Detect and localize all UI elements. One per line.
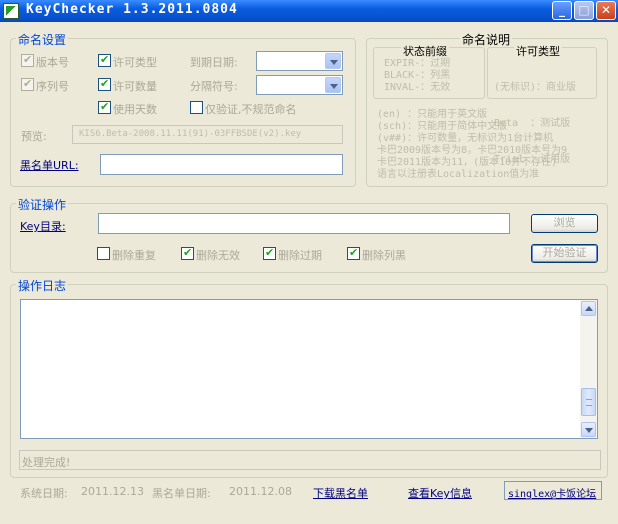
log-legend: 操作日志 xyxy=(16,277,69,294)
naming-help-legend: 命名说明 xyxy=(460,31,513,48)
version-no-label: 版本号 xyxy=(36,56,69,69)
preview-label: 预览: xyxy=(21,130,47,143)
status-bar-field: 处理完成! xyxy=(19,450,601,470)
delete-expired-label: 删除过期 xyxy=(278,249,322,262)
maximize-icon: □ xyxy=(578,3,590,17)
preview-field: KIS6.Beta-2008.11.11(91)-03FFBSDE(v2).ke… xyxy=(72,125,343,144)
log-scrollbar[interactable] xyxy=(580,300,597,438)
keychecker-app-icon xyxy=(3,3,19,19)
window-title: KeyChecker 1.3.2011.0804 xyxy=(26,2,238,17)
chevron-down-icon xyxy=(325,53,341,69)
delete-duplicate-label: 删除重复 xyxy=(112,249,156,262)
use-days-checkbox[interactable] xyxy=(98,100,111,114)
serial-no-label: 序列号 xyxy=(36,80,69,93)
status-prefix-list: EXPIR-：过期 BLACK-：列黑 INVAL-：无效 xyxy=(384,58,450,94)
note-line: 语言以注册表Localization值为准 xyxy=(377,169,540,180)
download-blacklist-link[interactable]: 下载黑名单 xyxy=(313,485,368,501)
separator-select[interactable] xyxy=(256,75,343,95)
forum-link-text: singlex@卡饭论坛 xyxy=(508,489,597,500)
license-qty-label: 许可数量 xyxy=(113,80,157,93)
separator-label: 分隔符号: xyxy=(190,80,238,93)
license-type-title: 许可类型 xyxy=(514,43,562,59)
expiry-date-label: 到期日期: xyxy=(190,56,238,69)
delete-duplicate-checkbox[interactable] xyxy=(97,247,110,260)
verify-only-label: 仅验证,不规范命名 xyxy=(205,103,297,116)
forum-link-button[interactable]: singlex@卡饭论坛 xyxy=(504,481,602,500)
note-line: (v##)：许可数量，无标识为1台计算机 xyxy=(377,133,554,144)
status-prefix-title: 状态前缀 xyxy=(401,43,449,59)
status-line: BLACK-：列黑 xyxy=(384,70,451,81)
note-line: 卡巴2009版本号为8，卡巴2010版本号为9 xyxy=(377,145,568,156)
minimize-icon: _ xyxy=(559,3,565,17)
blacklist-url-input[interactable] xyxy=(100,154,343,175)
minimize-button[interactable]: _ xyxy=(552,1,572,20)
chevron-down-icon xyxy=(585,428,593,433)
grip-icon xyxy=(586,399,592,406)
blacklist-date-label: 黑名单日期: xyxy=(152,487,211,500)
key-dir-label[interactable]: Key目录: xyxy=(20,218,66,234)
serial-no-checkbox xyxy=(21,77,34,91)
blacklist-date-value: 2011.12.08 xyxy=(229,485,292,498)
use-days-label: 使用天数 xyxy=(113,103,157,116)
title-bar[interactable]: KeyChecker 1.3.2011.0804 _ □ ✕ xyxy=(0,0,618,22)
blacklist-url-label[interactable]: 黑名单URL: xyxy=(20,157,79,173)
naming-notes: (en) ：只能用于英文版 (sch)：只能用于简体中文版 (v##)：许可数量… xyxy=(377,109,567,181)
browse-button[interactable]: 浏览 xyxy=(531,214,598,233)
status-line: INVAL-：无效 xyxy=(384,82,451,93)
note-line: (sch)：只能用于简体中文版 xyxy=(377,121,508,132)
chevron-down-icon xyxy=(325,77,341,93)
scroll-up-button[interactable] xyxy=(581,301,596,316)
license-type-label: 许可类型 xyxy=(113,56,157,69)
expiry-date-select[interactable] xyxy=(256,51,343,71)
verify-legend: 验证操作 xyxy=(16,196,69,213)
start-verify-button[interactable]: 开始验证 xyxy=(531,244,598,263)
delete-invalid-checkbox[interactable] xyxy=(181,246,194,260)
license-qty-checkbox[interactable] xyxy=(98,77,111,91)
type-line: (无标识)：商业版 xyxy=(494,82,577,93)
delete-blacklisted-label: 删除列黑 xyxy=(362,249,406,262)
note-line: (en) ：只能用于英文版 xyxy=(377,109,488,120)
system-date-value: 2011.12.13 xyxy=(81,485,144,498)
close-button[interactable]: ✕ xyxy=(596,1,616,20)
system-date-label: 系统日期: xyxy=(20,487,68,500)
note-line: 卡巴2011版本为11，(版本10并不存在) xyxy=(377,157,558,168)
status-text: 处理完成! xyxy=(22,456,71,469)
delete-expired-checkbox[interactable] xyxy=(263,246,276,260)
preview-value: KIS6.Beta-2008.11.11(91)-03FFBSDE(v2).ke… xyxy=(79,129,302,139)
version-no-checkbox xyxy=(21,53,34,67)
delete-invalid-label: 删除无效 xyxy=(196,249,240,262)
maximize-button: □ xyxy=(574,1,594,20)
log-textarea[interactable] xyxy=(20,299,598,439)
license-type-checkbox[interactable] xyxy=(98,53,111,67)
delete-blacklisted-checkbox[interactable] xyxy=(347,246,360,260)
naming-settings-legend: 命名设置 xyxy=(16,31,69,48)
status-line: EXPIR-：过期 xyxy=(384,58,451,69)
scroll-down-button[interactable] xyxy=(581,422,596,437)
close-icon: ✕ xyxy=(600,3,612,17)
key-dir-input[interactable] xyxy=(98,213,510,234)
chevron-up-icon xyxy=(585,306,593,311)
verify-only-checkbox[interactable] xyxy=(190,101,203,114)
scroll-thumb[interactable] xyxy=(581,388,596,416)
view-key-info-link[interactable]: 查看Key信息 xyxy=(408,485,472,501)
